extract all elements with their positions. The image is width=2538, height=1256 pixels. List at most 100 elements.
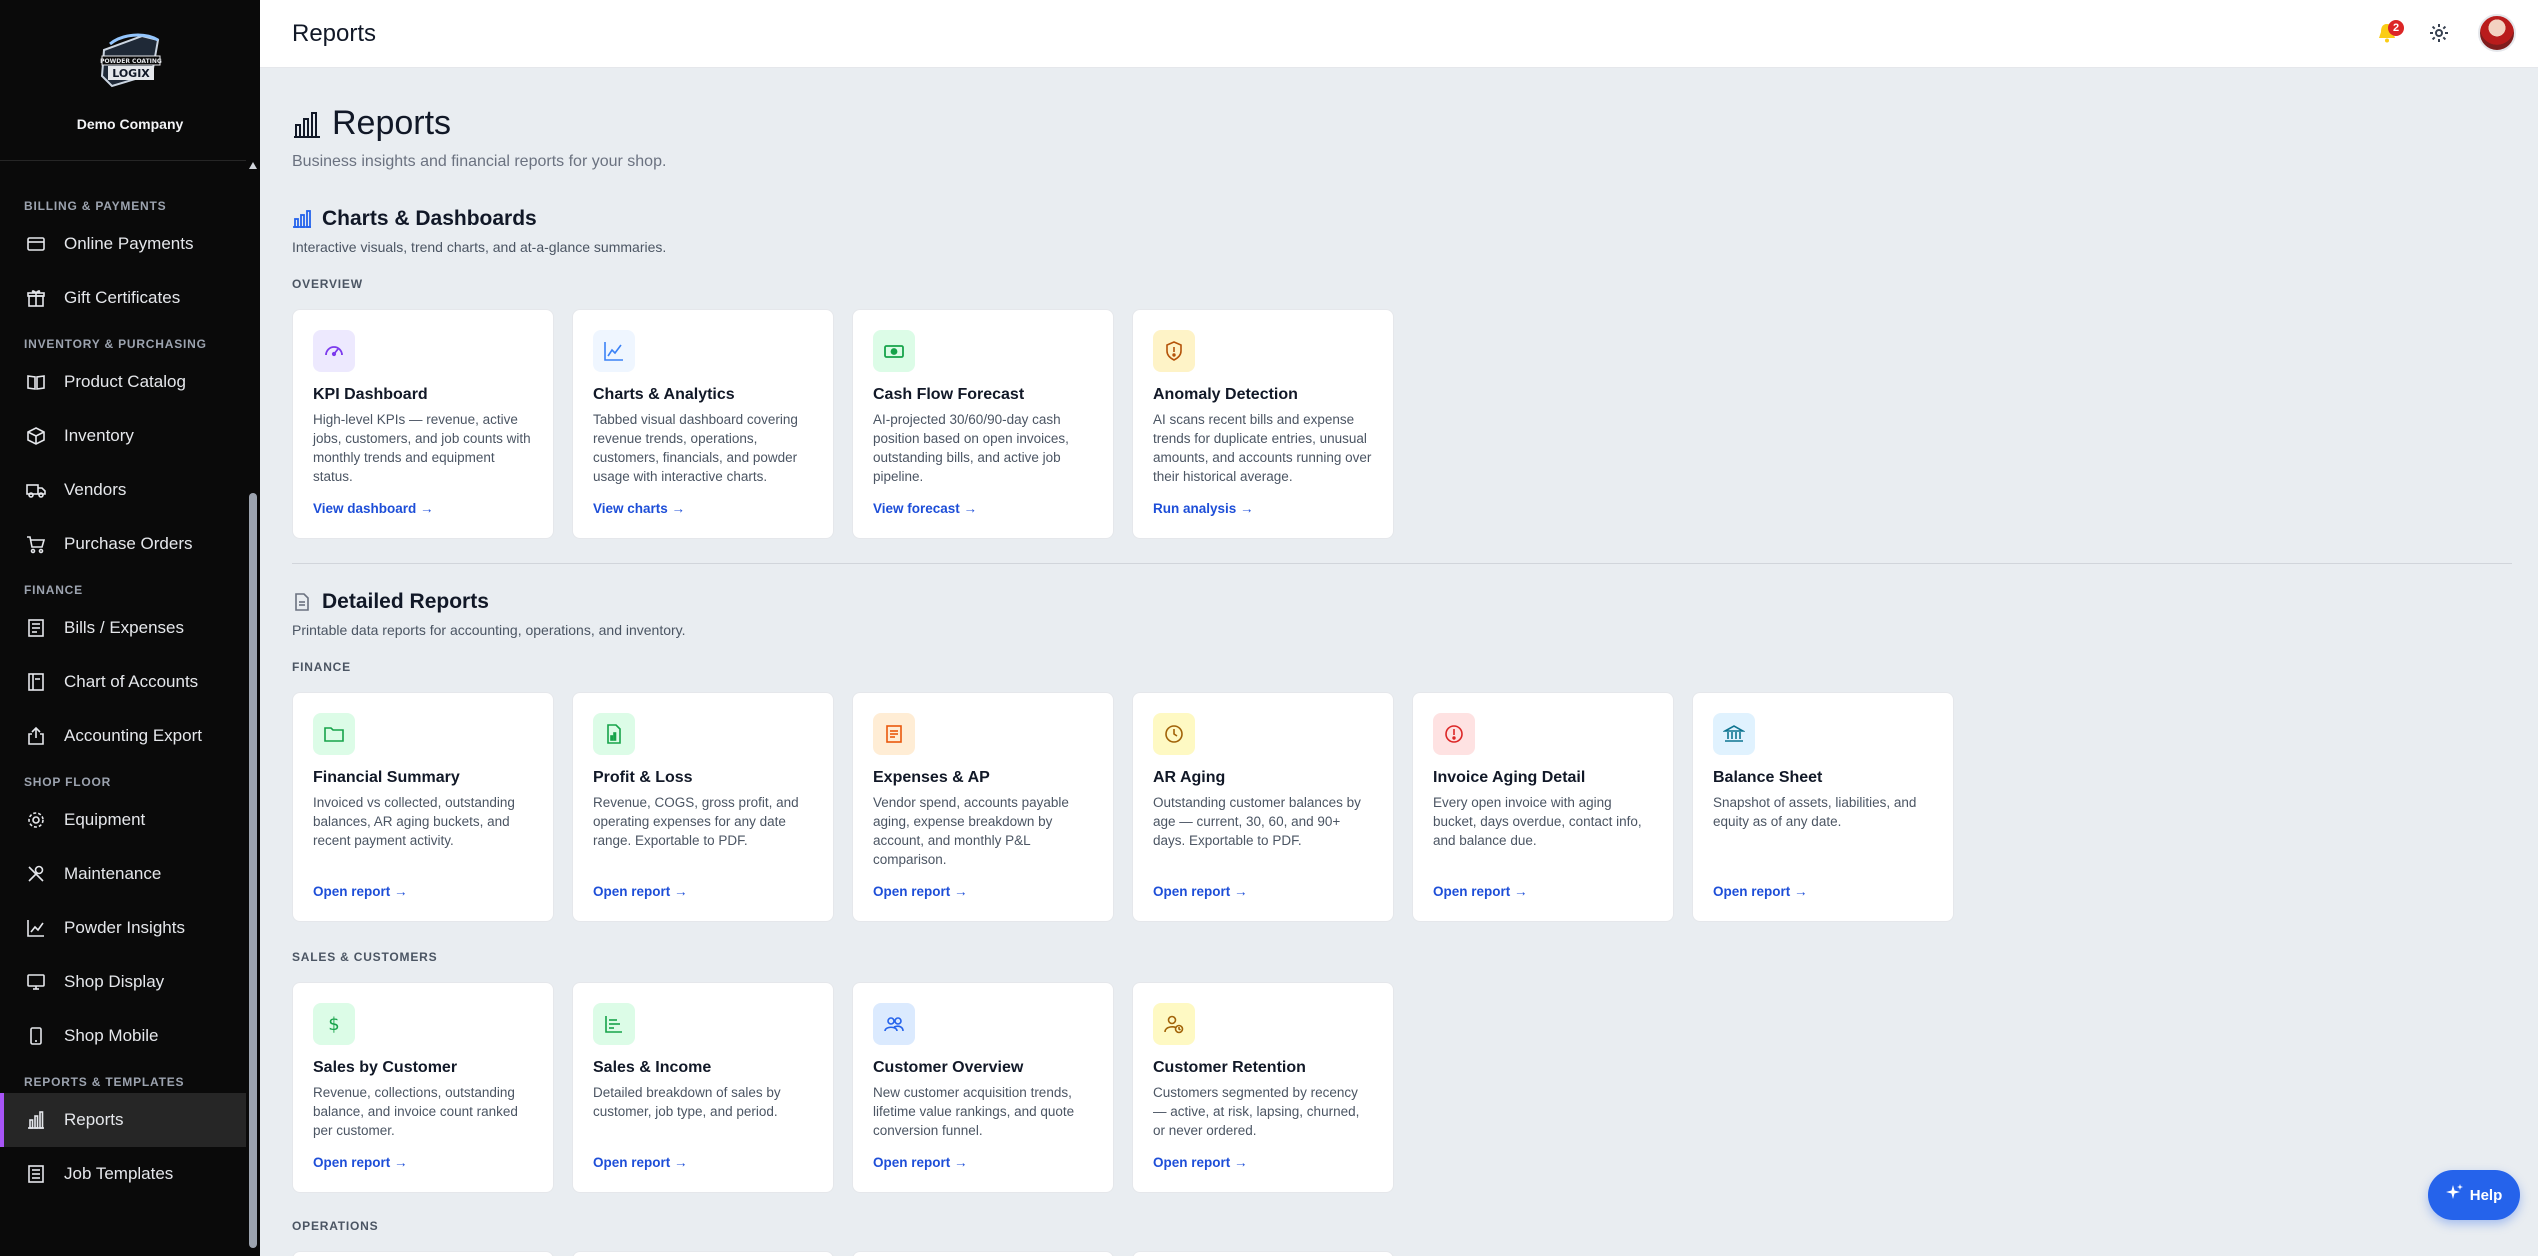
card-link[interactable]: Open report → — [593, 884, 688, 899]
card-link[interactable]: View dashboard → — [313, 501, 434, 516]
card-sales-by-customer[interactable]: $ Sales by Customer Revenue, collections… — [292, 982, 554, 1193]
group-label-operations: OPERATIONS — [292, 1219, 379, 1233]
sidebar-item-online-payments[interactable]: Online Payments — [0, 217, 246, 271]
group-label-overview: OVERVIEW — [292, 277, 363, 291]
user-avatar[interactable] — [2478, 14, 2516, 52]
sidebar-item-label: Maintenance — [64, 864, 162, 883]
sidebar-item-vendors[interactable]: Vendors — [0, 463, 246, 517]
card-link[interactable]: Open report → — [1153, 884, 1248, 899]
shield-alert-icon — [1153, 330, 1195, 372]
card-description: Invoiced vs collected, outstanding balan… — [313, 795, 515, 848]
sidebar-item-label: Chart of Accounts — [64, 672, 199, 691]
card-title: Balance Sheet — [1713, 769, 1823, 786]
sidebar-item-bills-expenses[interactable]: Bills / Expenses — [0, 601, 246, 655]
brand: LOGIX POWDER COATING Demo Company — [0, 0, 260, 160]
card-operations-3[interactable] — [852, 1251, 1114, 1256]
sidebar-item-shop-display[interactable]: Shop Display — [0, 955, 246, 1009]
bank-icon — [1713, 713, 1755, 755]
folder-icon — [313, 713, 355, 755]
reports-subtitle: Business insights and financial reports … — [292, 153, 667, 170]
card-balance-sheet[interactable]: Balance Sheet Snapshot of assets, liabil… — [1692, 692, 1954, 922]
card-title: Anomaly Detection — [1153, 386, 1298, 403]
sidebar-item-label: Product Catalog — [64, 372, 186, 391]
sidebar-item-job-templates[interactable]: Job Templates — [0, 1147, 246, 1201]
card-link[interactable]: Open report → — [593, 1155, 688, 1170]
group-label-sales-customers: SALES & CUSTOMERS — [292, 950, 438, 964]
card-title: Invoice Aging Detail — [1433, 769, 1586, 786]
settings-button[interactable] — [2426, 20, 2452, 46]
card-operations-4[interactable] — [1132, 1251, 1394, 1256]
sidebar-item-label: Reports — [64, 1110, 124, 1129]
sidebar-item-maintenance[interactable]: Maintenance — [0, 847, 246, 901]
card-link[interactable]: Open report → — [873, 1155, 968, 1170]
notification-badge: 2 — [2388, 20, 2404, 36]
card-link[interactable]: Run analysis → — [1153, 501, 1254, 516]
card-operations-1[interactable] — [292, 1251, 554, 1256]
detailed-section-subtitle: Printable data reports for accounting, o… — [292, 622, 686, 638]
sidebar-item-purchase-orders[interactable]: Purchase Orders — [0, 517, 246, 571]
sidebar-scrollbar[interactable] — [246, 160, 260, 1256]
card-kpi-dashboard[interactable]: KPI Dashboard High-level KPIs — revenue,… — [292, 309, 554, 539]
card-link[interactable]: Open report → — [873, 884, 968, 899]
card-link[interactable]: Open report → — [1153, 1155, 1248, 1170]
card-link[interactable]: Open report → — [313, 1155, 408, 1170]
sidebar-item-label: Powder Insights — [64, 918, 185, 937]
card-invoice-aging-detail[interactable]: Invoice Aging Detail Every open invoice … — [1412, 692, 1674, 922]
card-link[interactable]: Open report → — [313, 884, 408, 899]
card-charts-analytics[interactable]: Charts & Analytics Tabbed visual dashboa… — [572, 309, 834, 539]
bar-chart-icon — [294, 111, 320, 138]
sidebar-section-reports: REPORTS & TEMPLATES — [24, 1075, 185, 1089]
card-description: Vendor spend, accounts payable aging, ex… — [873, 795, 1069, 867]
card-link[interactable]: View forecast → — [873, 501, 977, 516]
card-financial-summary[interactable]: Financial Summary Invoiced vs collected,… — [292, 692, 554, 922]
top-bar: Reports 2 — [260, 0, 2538, 68]
sidebar-scroll-thumb[interactable] — [249, 493, 257, 1248]
truck-icon — [24, 478, 48, 502]
card-sales-income[interactable]: Sales & Income Detailed breakdown of sal… — [572, 982, 834, 1193]
sidebar-nav: BILLING & PAYMENTS Online Payments Gift … — [0, 160, 246, 1256]
sidebar-item-powder-insights[interactable]: Powder Insights — [0, 901, 246, 955]
sidebar-item-inventory[interactable]: Inventory — [0, 409, 246, 463]
cart-icon — [24, 532, 48, 556]
card-title: Sales & Income — [593, 1059, 712, 1076]
card-link[interactable]: Open report → — [1433, 884, 1528, 899]
gauge-icon — [313, 330, 355, 372]
top-actions: 2 — [2374, 14, 2516, 52]
card-ar-aging[interactable]: AR Aging Outstanding customer balances b… — [1132, 692, 1394, 922]
card-title: AR Aging — [1153, 769, 1226, 786]
sidebar-item-chart-of-accounts[interactable]: Chart of Accounts — [0, 655, 246, 709]
card-title: Expenses & AP — [873, 769, 990, 786]
card-title: Profit & Loss — [593, 769, 693, 786]
sidebar-item-product-catalog[interactable]: Product Catalog — [0, 355, 246, 409]
company-name: Demo Company — [76, 116, 184, 132]
card-cash-flow-forecast[interactable]: Cash Flow Forecast AI-projected 30/60/90… — [852, 309, 1114, 539]
card-anomaly-detection[interactable]: Anomaly Detection AI scans recent bills … — [1132, 309, 1394, 539]
clock-icon — [1153, 713, 1195, 755]
card-customer-retention[interactable]: Customer Retention Customers segmented b… — [1132, 982, 1394, 1193]
card-link[interactable]: View charts → — [593, 501, 685, 516]
sidebar-item-accounting-export[interactable]: Accounting Export — [0, 709, 246, 763]
card-description: Revenue, COGS, gross profit, and operati… — [593, 795, 799, 848]
sidebar-item-label: Equipment — [64, 810, 146, 829]
sidebar-item-gift-certificates[interactable]: Gift Certificates — [0, 271, 246, 325]
card-customer-overview[interactable]: Customer Overview New customer acquisiti… — [852, 982, 1114, 1193]
card-description: Detailed breakdown of sales by customer,… — [593, 1085, 781, 1119]
sidebar-item-reports[interactable]: Reports — [0, 1093, 246, 1147]
sidebar-item-equipment[interactable]: Equipment — [0, 793, 246, 847]
reports-heading: Reports — [332, 104, 452, 142]
card-profit-loss[interactable]: Profit & Loss Revenue, COGS, gross profi… — [572, 692, 834, 922]
card-link[interactable]: Open report → — [1713, 884, 1808, 899]
sidebar: LOGIX POWDER COATING Demo Company BILLIN… — [0, 0, 260, 1256]
card-description: High-level KPIs — revenue, active jobs, … — [313, 412, 531, 484]
card-operations-2[interactable] — [572, 1251, 834, 1256]
operations-cards — [292, 1251, 2512, 1256]
company-logo[interactable]: LOGIX POWDER COATING — [92, 30, 168, 94]
sidebar-item-label: Gift Certificates — [64, 288, 181, 307]
card-expenses-ap[interactable]: Expenses & AP Vendor spend, accounts pay… — [852, 692, 1114, 922]
card-title: Cash Flow Forecast — [873, 386, 1025, 403]
notifications-button[interactable]: 2 — [2374, 18, 2404, 48]
sidebar-item-label: Bills / Expenses — [64, 618, 184, 637]
scroll-up-arrow-icon[interactable] — [249, 162, 257, 169]
sidebar-item-shop-mobile[interactable]: Shop Mobile — [0, 1009, 246, 1063]
help-button[interactable]: Help — [2428, 1170, 2520, 1220]
